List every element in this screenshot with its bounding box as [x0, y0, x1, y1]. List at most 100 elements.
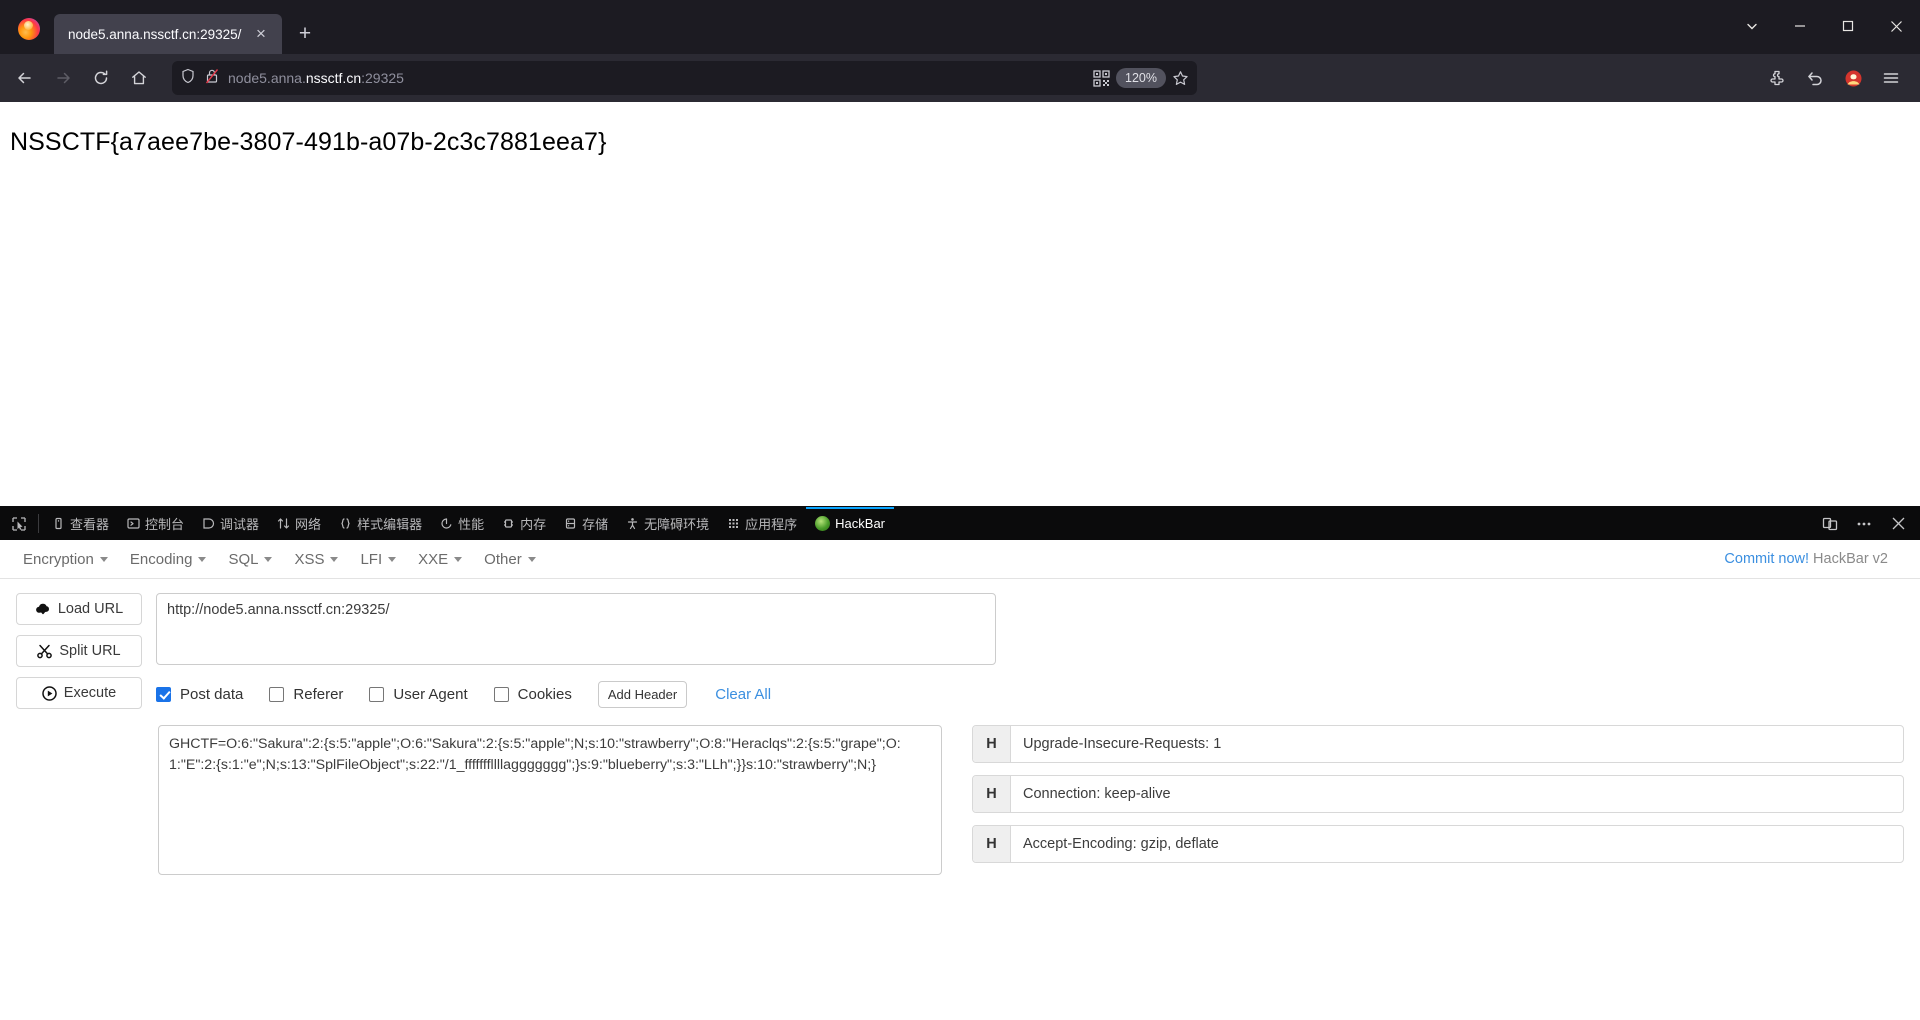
forward-arrow-icon[interactable] — [46, 61, 80, 95]
devtools-tab-inspector[interactable]: 查看器 — [43, 507, 118, 540]
devtools-tab-label: 应用程序 — [745, 517, 798, 532]
checkbox-label: Post data — [180, 686, 244, 703]
devtools-tab-console[interactable]: 控制台 — [118, 507, 193, 540]
toolbar-divider — [38, 514, 39, 533]
clear-all-button[interactable]: Clear All — [715, 686, 771, 703]
hackbar-action-buttons: Load URL Split URL Execute — [16, 593, 142, 709]
new-tab-button[interactable]: + — [292, 21, 318, 47]
devtools-tab-performance[interactable]: 性能 — [431, 507, 493, 540]
hackbar-version-area: Commit now! HackBar v2 — [1724, 551, 1906, 567]
checkbox-label: Referer — [293, 686, 344, 703]
hackbar-menubar: Encryption Encoding SQL XSS LFI XXE Othe… — [0, 540, 1920, 579]
hackbar-menu-other[interactable]: Other — [475, 547, 549, 572]
back-arrow-icon[interactable] — [8, 61, 42, 95]
flag-text: NSSCTF{a7aee7be-3807-491b-a07b-2c3c7881e… — [10, 128, 607, 156]
lock-crossed-icon[interactable] — [204, 68, 220, 89]
devtools-tab-debugger[interactable]: 调试器 — [193, 507, 268, 540]
checkbox-box[interactable] — [493, 687, 509, 702]
header-tag: H — [973, 726, 1011, 762]
header-value[interactable]: Upgrade-Insecure-Requests: 1 — [1011, 726, 1903, 762]
more-options-icon[interactable] — [1848, 507, 1880, 540]
chevron-down-icon — [454, 557, 463, 563]
responsive-design-mode-icon[interactable] — [1814, 507, 1846, 540]
devtools-tab-style-editor[interactable]: 样式编辑器 — [330, 507, 431, 540]
menu-label: SQL — [228, 550, 259, 568]
close-window-icon[interactable] — [1872, 6, 1920, 46]
devtools-toolbar: 查看器 控制台 调试器 网络 样式编辑器 性能 内存 存储 无障碍环境 应用程序… — [0, 507, 1920, 540]
page-content: NSSCTF{a7aee7be-3807-491b-a07b-2c3c7881e… — [0, 102, 1920, 506]
devtools-tab-memory[interactable]: 内存 — [493, 507, 555, 540]
header-row[interactable]: H Connection: keep-alive — [972, 775, 1904, 813]
header-row[interactable]: H Accept-Encoding: gzip, deflate — [972, 825, 1904, 863]
checkbox-user-agent[interactable]: User Agent — [369, 686, 468, 703]
account-avatar-icon[interactable] — [1836, 61, 1870, 95]
execute-button[interactable]: Execute — [16, 677, 142, 709]
back-history-icon[interactable] — [1798, 61, 1832, 95]
url-suffix: :29325 — [361, 70, 404, 86]
reload-icon[interactable] — [84, 61, 118, 95]
url-prefix: node5.anna. — [228, 70, 306, 86]
hackbar-url-section: Post data Referer User Agent Cookies A — [156, 593, 1904, 709]
hackbar-version-label: HackBar v2 — [1813, 551, 1888, 567]
devtools-tab-application[interactable]: 应用程序 — [718, 507, 806, 540]
url-text: node5.anna.nssctf.cn:29325 — [228, 70, 1093, 86]
menu-label: Encryption — [23, 550, 94, 568]
devtools-tab-network[interactable]: 网络 — [268, 507, 330, 540]
list-all-tabs-icon[interactable] — [1728, 6, 1776, 46]
hackbar-logo-icon — [815, 516, 831, 531]
chevron-down-icon — [99, 557, 108, 563]
hackbar-menu-lfi[interactable]: LFI — [351, 547, 409, 572]
maximize-icon[interactable] — [1824, 6, 1872, 46]
devtools-tab-label: 查看器 — [70, 517, 110, 532]
header-row[interactable]: H Upgrade-Insecure-Requests: 1 — [972, 725, 1904, 763]
qr-code-icon[interactable] — [1093, 69, 1110, 87]
devtools-tab-hackbar[interactable]: HackBar — [806, 507, 894, 540]
devtools-tab-label: 存储 — [582, 517, 609, 532]
devtools-tab-accessibility[interactable]: 无障碍环境 — [617, 507, 718, 540]
post-data-input[interactable] — [158, 725, 942, 875]
element-picker-icon[interactable] — [2, 507, 36, 540]
chevron-down-icon — [330, 557, 339, 563]
url-bar[interactable]: node5.anna.nssctf.cn:29325 120% — [172, 61, 1197, 95]
browser-tab[interactable]: node5.anna.nssctf.cn:29325/ × — [54, 14, 282, 54]
puzzle-extension-icon[interactable] — [1760, 61, 1794, 95]
add-header-button[interactable]: Add Header — [597, 681, 688, 708]
checkbox-box[interactable] — [269, 687, 285, 702]
devtools-right-controls — [1814, 507, 1920, 540]
checkbox-post-data[interactable]: Post data — [156, 686, 243, 703]
load-url-button[interactable]: Load URL — [16, 593, 142, 625]
header-value[interactable]: Accept-Encoding: gzip, deflate — [1011, 826, 1903, 862]
hackbar-menu-sql[interactable]: SQL — [219, 547, 285, 572]
shield-icon[interactable] — [180, 68, 196, 89]
checkbox-label: User Agent — [393, 686, 468, 703]
home-icon[interactable] — [122, 61, 156, 95]
button-label: Load URL — [57, 601, 124, 617]
menu-label: Other — [484, 550, 522, 568]
menu-label: LFI — [360, 550, 383, 568]
headers-list: H Upgrade-Insecure-Requests: 1 H Connect… — [972, 725, 1904, 879]
zoom-level-badge[interactable]: 120% — [1116, 68, 1166, 88]
chevron-down-icon — [388, 557, 397, 563]
post-data-wrapper — [16, 725, 942, 879]
hackbar-menu-xss[interactable]: XSS — [285, 547, 351, 572]
star-icon[interactable] — [1172, 70, 1189, 87]
checkbox-box[interactable] — [369, 687, 385, 702]
checkbox-box[interactable] — [156, 687, 171, 702]
hackbar-menu-encoding[interactable]: Encoding — [121, 547, 220, 572]
checkbox-referer[interactable]: Referer — [269, 686, 343, 703]
devtools-tab-storage[interactable]: 存储 — [555, 507, 617, 540]
chevron-down-icon — [198, 557, 207, 563]
minimize-icon[interactable] — [1776, 6, 1824, 46]
url-input[interactable] — [156, 593, 996, 665]
split-url-button[interactable]: Split URL — [16, 635, 142, 667]
chevron-down-icon — [264, 557, 273, 563]
hackbar-menu-encryption[interactable]: Encryption — [14, 547, 121, 572]
window-controls — [1728, 6, 1920, 46]
header-value[interactable]: Connection: keep-alive — [1011, 776, 1903, 812]
checkbox-cookies[interactable]: Cookies — [493, 686, 572, 703]
hamburger-menu-icon[interactable] — [1874, 61, 1908, 95]
hackbar-menu-xxe[interactable]: XXE — [409, 547, 475, 572]
commit-now-link[interactable]: Commit now! — [1724, 551, 1809, 567]
close-devtools-icon[interactable] — [1882, 507, 1914, 540]
close-icon[interactable]: × — [248, 21, 274, 47]
